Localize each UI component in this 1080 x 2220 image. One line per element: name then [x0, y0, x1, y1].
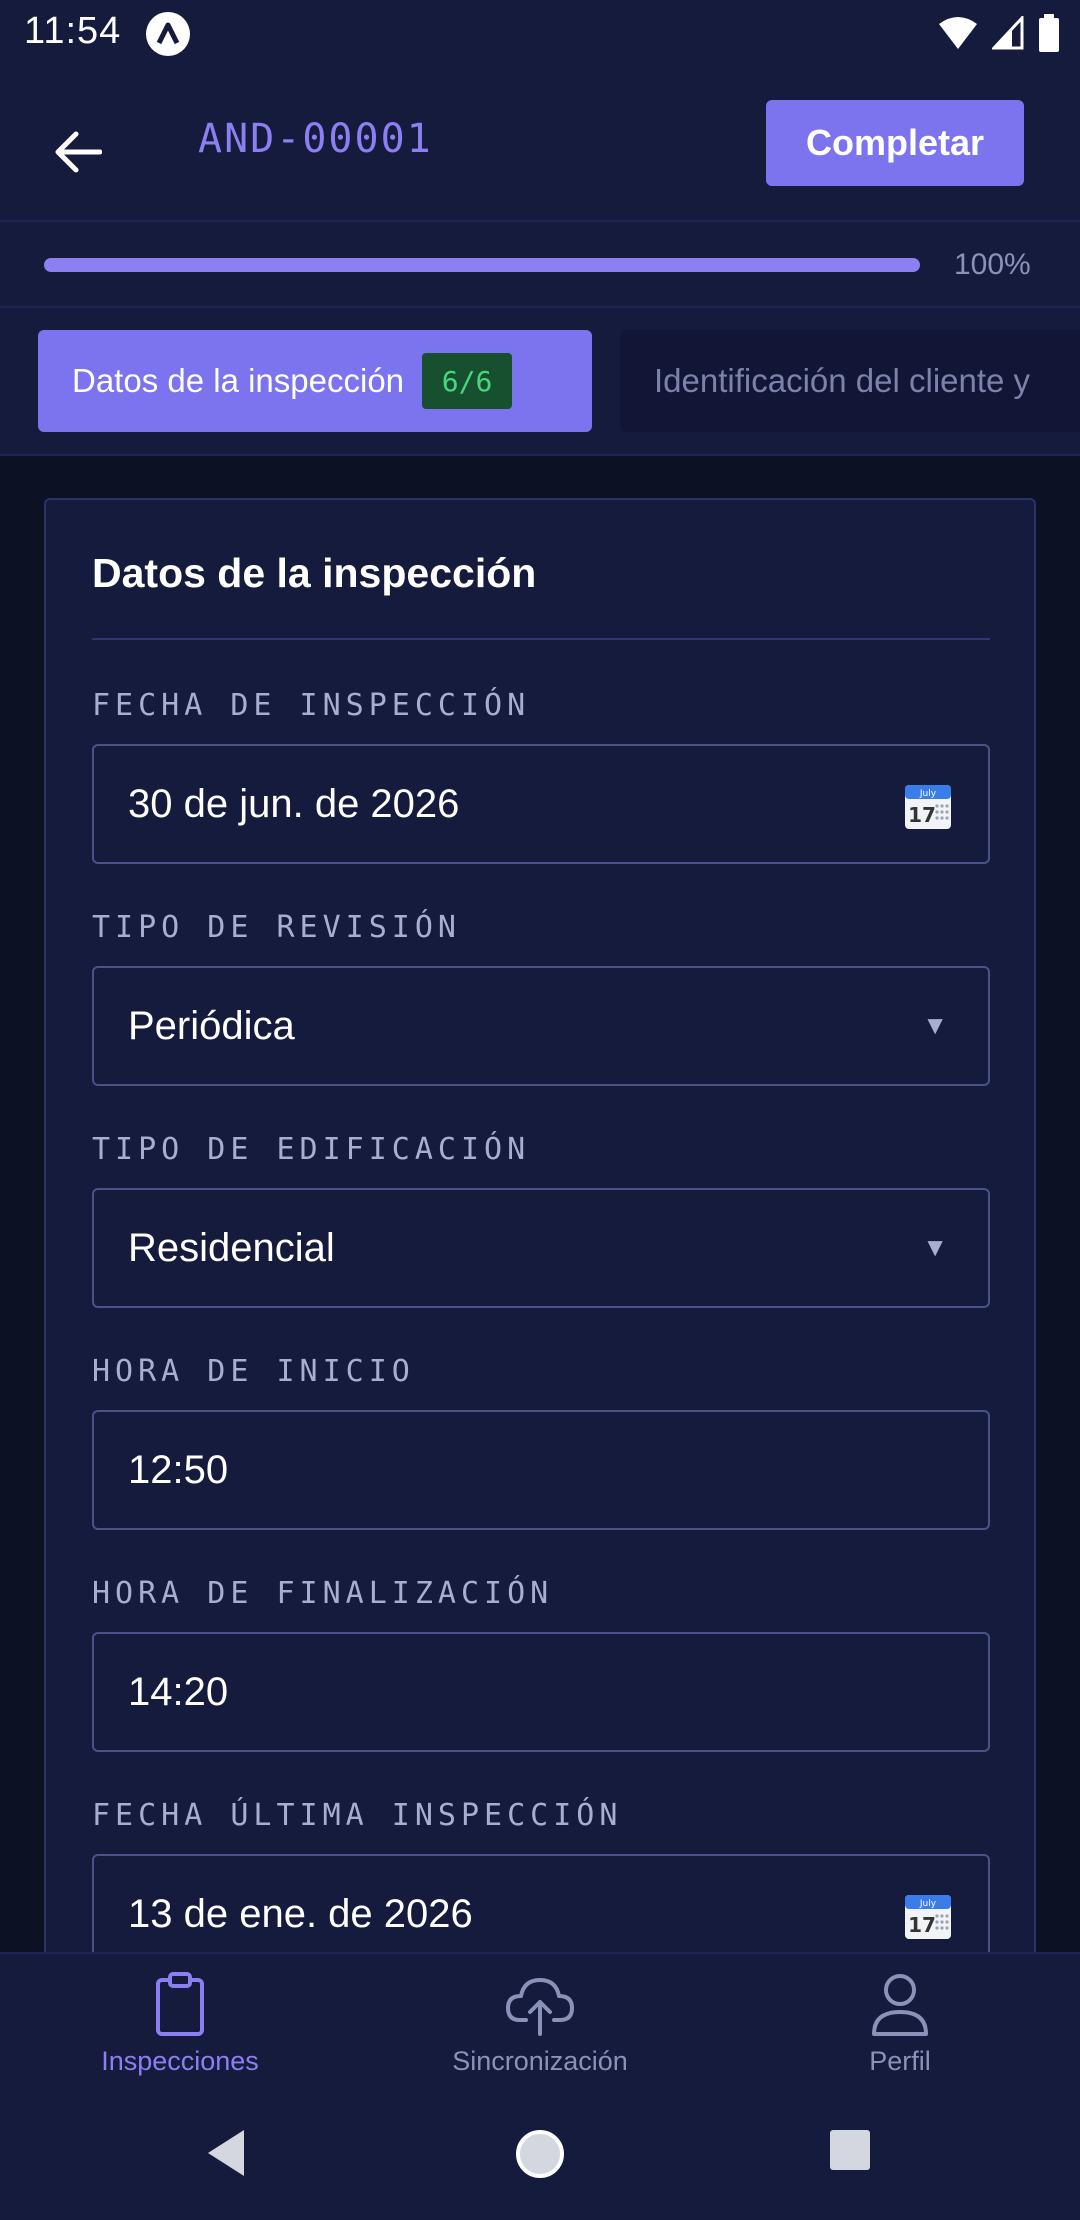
inspection-code-title: AND-00001 — [198, 116, 433, 162]
nav-label: Inspecciones — [101, 2046, 259, 2076]
field-value: Periódica — [128, 1004, 295, 1048]
clipboard-icon — [156, 1972, 204, 2036]
status-icons — [938, 14, 1060, 52]
calendar-icon[interactable]: July 17 — [904, 782, 952, 830]
svg-text:17: 17 — [908, 1913, 936, 1937]
field-label-fecha-inspeccion: FECHA DE INSPECCIÓN — [92, 688, 531, 723]
system-navigation-bar — [0, 2100, 1080, 2220]
tab-datos-inspeccion[interactable]: Datos de la inspección 6/6 — [38, 330, 592, 432]
field-value: Residencial — [128, 1226, 335, 1270]
fecha-inspeccion-field[interactable]: 30 de jun. de 2026 July 17 — [92, 744, 990, 864]
app-notification-icon — [146, 12, 190, 56]
nav-inspecciones[interactable]: Inspecciones — [60, 1972, 300, 2092]
progress-bar — [44, 258, 920, 272]
system-home-icon[interactable] — [514, 2128, 566, 2180]
battery-icon — [1039, 14, 1059, 52]
cloud-upload-icon — [506, 1978, 574, 2036]
field-value: 30 de jun. de 2026 — [128, 782, 460, 826]
progress-bar-fill — [44, 258, 920, 272]
nav-label: Sincronización — [452, 2046, 628, 2076]
wifi-icon — [939, 17, 977, 49]
hora-inicio-input[interactable]: 12:50 — [92, 1410, 990, 1530]
divider — [92, 638, 990, 640]
signal-icon — [992, 16, 1024, 50]
section-tabs: Datos de la inspección 6/6 Identificació… — [0, 308, 1080, 456]
progress-section: 100% — [0, 220, 1080, 308]
tab-identificacion-cliente[interactable]: Identificación del cliente y — [620, 330, 1080, 432]
system-back-icon[interactable] — [204, 2128, 248, 2178]
arrow-left-icon — [55, 131, 102, 173]
hora-finalizacion-input[interactable]: 14:20 — [92, 1632, 990, 1752]
chevron-down-icon: ▼ — [922, 1232, 948, 1262]
app-screen: 11:54 AND-00001 Completar 100% Datos de … — [0, 0, 1080, 2220]
tab-label: Datos de la inspección — [72, 362, 405, 399]
field-label-fecha-ultima-inspeccion: FECHA ÚLTIMA INSPECCIÓN — [92, 1798, 623, 1833]
field-label-tipo-edificacion: TIPO DE EDIFICACIÓN — [92, 1132, 531, 1167]
progress-percent: 100% — [954, 248, 1031, 281]
svg-text:July: July — [919, 789, 937, 799]
calendar-icon[interactable]: July 17 — [904, 1892, 952, 1940]
status-time: 11:54 — [24, 10, 122, 52]
system-recents-icon[interactable] — [828, 2128, 872, 2172]
chevron-down-icon: ▼ — [922, 1010, 948, 1040]
app-header: AND-00001 Completar — [0, 68, 1080, 220]
field-label-hora-finalizacion: HORA DE FINALIZACIÓN — [92, 1576, 554, 1611]
tipo-edificacion-select[interactable]: Residencial ▼ — [92, 1188, 990, 1308]
tab-completion-badge: 6/6 — [422, 353, 513, 409]
tab-label: Identificación del cliente y — [654, 362, 1031, 399]
inspection-form-card: Datos de la inspección FECHA DE INSPECCI… — [44, 498, 1036, 1998]
svg-text:July: July — [919, 1899, 937, 1909]
tipo-revision-select[interactable]: Periódica ▼ — [92, 966, 990, 1086]
nav-sincronizacion[interactable]: Sincronización — [420, 1972, 660, 2092]
field-label-hora-inicio: HORA DE INICIO — [92, 1354, 415, 1389]
back-button[interactable] — [40, 114, 116, 190]
bottom-navigation: Inspecciones Sincronización Perfil — [0, 1952, 1080, 2100]
field-value: 12:50 — [128, 1448, 229, 1492]
complete-button[interactable]: Completar — [766, 100, 1024, 186]
field-value: 14:20 — [128, 1670, 229, 1714]
field-value: 13 de ene. de 2026 — [128, 1892, 473, 1936]
status-bar: 11:54 — [0, 0, 1080, 68]
field-label-tipo-revision: TIPO DE REVISIÓN — [92, 910, 461, 945]
nav-label: Perfil — [869, 2046, 931, 2076]
form-title: Datos de la inspección — [92, 550, 537, 596]
svg-text:17: 17 — [908, 803, 936, 827]
user-icon — [872, 1974, 928, 2036]
nav-perfil[interactable]: Perfil — [780, 1972, 1020, 2092]
